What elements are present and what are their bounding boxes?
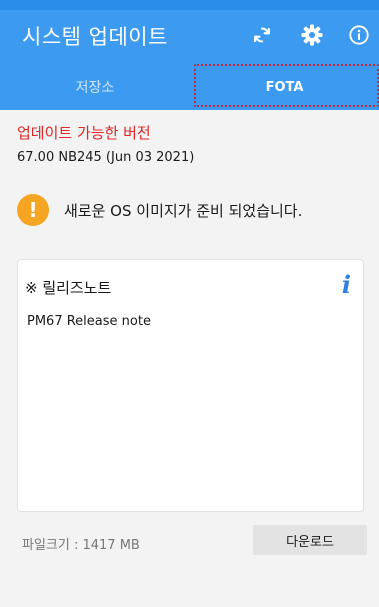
tab-bar: 저장소 FOTA (0, 64, 379, 174)
refresh-icon[interactable] (248, 21, 276, 49)
release-notes-card: ※ 릴리즈노트 i PM67 Release note (17, 259, 364, 512)
app-title: 시스템 업데이트 (22, 25, 168, 49)
release-notes-header: ※ 릴리즈노트 (25, 279, 112, 297)
download-button[interactable]: 다운로드 (253, 525, 367, 555)
release-notes-body: PM67 Release note (27, 314, 151, 329)
version-text: 67.00 NB245 (Jun 03 2021) (17, 150, 195, 165)
app-bar: 시스템 업데이트 (0, 10, 379, 64)
file-size-label: 파일크기 : 1417 MB (22, 538, 140, 553)
release-info-icon[interactable]: i (342, 270, 351, 299)
gear-icon[interactable] (298, 21, 326, 49)
warning-glyph: ! (28, 198, 38, 222)
fota-content: 업데이트 가능한 버전 67.00 NB245 (Jun 03 2021) ! … (0, 110, 379, 607)
status-bar (0, 0, 379, 10)
update-notice: 새로운 OS 이미지가 준비 되었습니다. (64, 202, 303, 220)
tab-fota-focus-outline (194, 64, 379, 107)
tab-fota[interactable]: FOTA (190, 64, 379, 110)
available-version-label: 업데이트 가능한 버전 (17, 124, 151, 142)
tab-storage[interactable]: 저장소 (0, 64, 190, 110)
info-icon[interactable] (345, 21, 373, 49)
warning-icon: ! (17, 194, 49, 226)
tab-storage-label: 저장소 (75, 80, 115, 96)
